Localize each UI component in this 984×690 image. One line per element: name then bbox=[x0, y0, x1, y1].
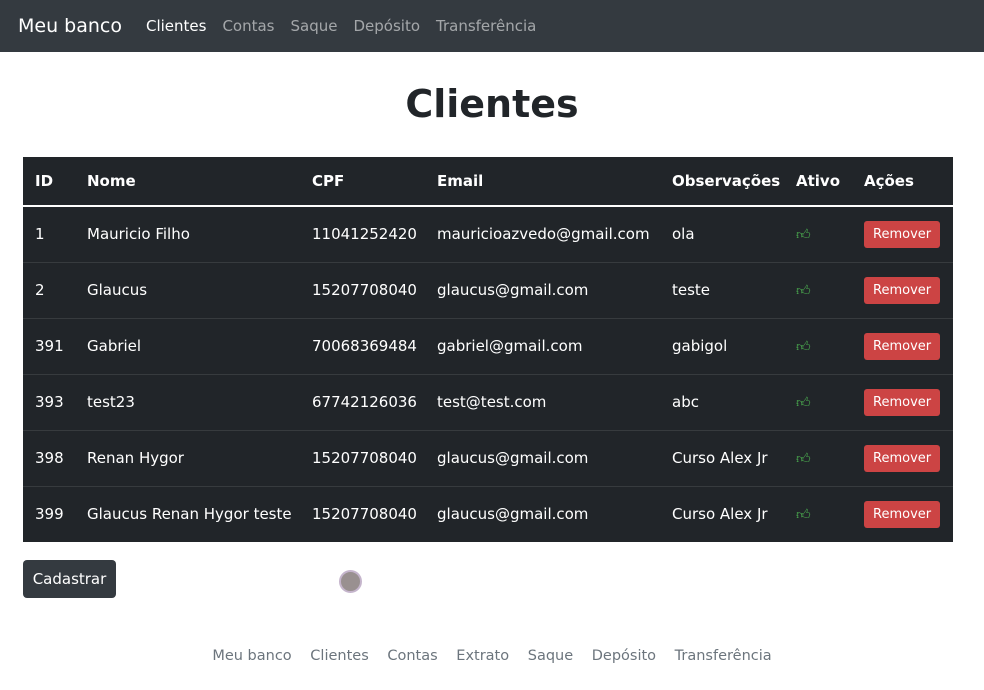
cell-acoes: Remover bbox=[852, 206, 953, 262]
table-row: 398 Renan Hygor 15207708040 glaucus@gmai… bbox=[23, 429, 953, 486]
nav-clientes[interactable]: Clientes bbox=[146, 17, 206, 35]
thumbs-up-icon: 👍︎ bbox=[796, 395, 811, 411]
cell-id: 1 bbox=[35, 225, 45, 244]
cell-cpf: 70068369484 bbox=[300, 317, 425, 374]
col-ativo: Ativo bbox=[784, 157, 852, 207]
cell-obs: Curso Alex Jr bbox=[660, 485, 784, 542]
table-row: 399 Glaucus Renan Hygor teste 1520770804… bbox=[23, 485, 953, 542]
cell-email: glaucus@gmail.com bbox=[425, 261, 660, 318]
cell-cpf: 67742126036 bbox=[300, 373, 425, 430]
table-row: 2 Glaucus 15207708040 glaucus@gmail.com … bbox=[23, 261, 953, 318]
footer-transferencia[interactable]: Transferência bbox=[675, 648, 772, 664]
cadastrar-button[interactable]: Cadastrar bbox=[23, 560, 116, 598]
cell-cpf: 15207708040 bbox=[300, 261, 425, 318]
cell-nome: Mauricio Filho bbox=[87, 225, 190, 244]
cell-cpf: 15207708040 bbox=[300, 485, 425, 542]
nav-saque[interactable]: Saque bbox=[291, 17, 338, 35]
thumbs-up-icon: 👍︎ bbox=[796, 227, 811, 244]
remover-button[interactable]: Remover bbox=[864, 444, 941, 472]
remover-button[interactable]: Remover bbox=[864, 332, 941, 360]
cell-nome: Glaucus Renan Hygor teste bbox=[75, 485, 300, 542]
nav-transferencia[interactable]: Transferência bbox=[436, 17, 536, 35]
cell-nome: Renan Hygor bbox=[75, 429, 300, 486]
col-id: ID bbox=[23, 157, 75, 207]
col-acoes: Ações bbox=[852, 157, 953, 207]
cell-email: gabriel@gmail.com bbox=[425, 317, 660, 374]
remover-button[interactable]: Remover bbox=[864, 220, 941, 248]
cell-id: 393 bbox=[23, 373, 75, 430]
cell-nome: Glaucus bbox=[75, 261, 300, 318]
footer-extrato[interactable]: Extrato bbox=[456, 648, 509, 664]
cell-acoes: Remover bbox=[852, 317, 953, 374]
cell-obs: gabigol bbox=[660, 317, 784, 374]
cell-ativo: 👍︎ bbox=[784, 429, 852, 486]
cell-email: glaucus@gmail.com bbox=[425, 429, 660, 486]
thumbs-up-icon: 👍︎ bbox=[796, 507, 811, 524]
cell-id: 391 bbox=[23, 317, 75, 374]
table-row: 1 Mauricio Filho 11041252420 mauricioazv… bbox=[23, 206, 953, 262]
nav-contas[interactable]: Contas bbox=[222, 17, 274, 35]
thumbs-up-icon: 👍︎ bbox=[796, 339, 811, 355]
cell-ativo: 👍︎ bbox=[784, 373, 852, 430]
footer-contas[interactable]: Contas bbox=[387, 648, 437, 664]
table-row: 391 Gabriel 70068369484 gabriel@gmail.co… bbox=[23, 317, 953, 374]
cell-cpf: 15207708040 bbox=[300, 429, 425, 486]
col-cpf: CPF bbox=[300, 157, 425, 207]
footer: Meu banco Clientes Contas Extrato Saque … bbox=[0, 648, 984, 664]
remover-button[interactable]: Remover bbox=[864, 276, 941, 304]
page-title: Clientes bbox=[405, 82, 579, 126]
footer-meu-banco[interactable]: Meu banco bbox=[212, 648, 291, 664]
cell-email: test@test.com bbox=[425, 373, 660, 430]
remover-button[interactable]: Remover bbox=[864, 388, 941, 416]
remover-button[interactable]: Remover bbox=[864, 500, 941, 528]
cell-id: 398 bbox=[23, 429, 75, 486]
col-obs: Observações bbox=[660, 157, 784, 207]
navbar: Meu banco Clientes Contas Saque Depósito… bbox=[0, 0, 984, 52]
brand-link[interactable]: Meu banco bbox=[18, 15, 122, 37]
cell-obs: teste bbox=[660, 261, 784, 318]
cell-obs: Curso Alex Jr bbox=[660, 429, 784, 486]
footer-clientes[interactable]: Clientes bbox=[310, 648, 368, 664]
cell-email: glaucus@gmail.com bbox=[425, 485, 660, 542]
cell-nome: test23 bbox=[75, 373, 300, 430]
cell-id: 399 bbox=[23, 485, 75, 542]
cell-acoes: Remover bbox=[852, 429, 953, 486]
cell-email: mauricioazvedo@gmail.com bbox=[437, 225, 650, 244]
cell-obs: abc bbox=[660, 373, 784, 430]
cell-id: 2 bbox=[23, 261, 75, 318]
nav-deposito[interactable]: Depósito bbox=[353, 17, 420, 35]
cell-ativo: 👍︎ bbox=[784, 485, 852, 542]
footer-saque[interactable]: Saque bbox=[528, 648, 573, 664]
cell-ativo: 👍︎ bbox=[784, 206, 852, 262]
table-row: 393 test23 67742126036 test@test.com abc… bbox=[23, 373, 953, 430]
clients-table: ID Nome CPF Email Observações Ativo Açõe… bbox=[23, 157, 953, 542]
cell-acoes: Remover bbox=[852, 373, 953, 430]
cell-ativo: 👍︎ bbox=[784, 317, 852, 374]
cell-nome: Gabriel bbox=[75, 317, 300, 374]
cursor-indicator bbox=[339, 570, 362, 593]
cell-acoes: Remover bbox=[852, 261, 953, 318]
thumbs-up-icon: 👍︎ bbox=[796, 451, 811, 467]
cell-obs: ola bbox=[672, 225, 695, 244]
cell-cpf: 11041252420 bbox=[312, 225, 417, 244]
footer-deposito[interactable]: Depósito bbox=[592, 648, 656, 664]
cell-acoes: Remover bbox=[852, 485, 953, 542]
thumbs-up-icon: 👍︎ bbox=[796, 283, 811, 299]
col-nome: Nome bbox=[75, 157, 300, 207]
cell-ativo: 👍︎ bbox=[784, 261, 852, 318]
col-email: Email bbox=[425, 157, 660, 207]
